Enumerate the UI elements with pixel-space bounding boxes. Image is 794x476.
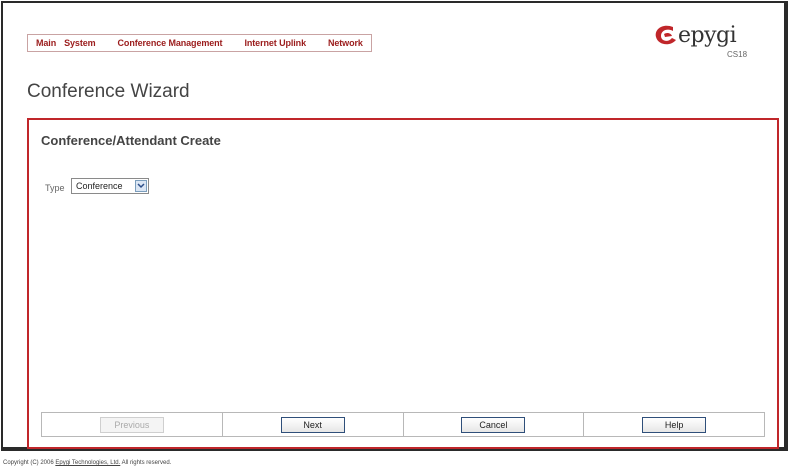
page-title: Conference Wizard <box>27 81 190 102</box>
wizard-button-bar: Previous Next Cancel Help <box>41 412 765 437</box>
logo-brand-text: epygi <box>678 23 737 48</box>
button-cell-help: Help <box>584 413 764 436</box>
cancel-button[interactable]: Cancel <box>461 416 526 433</box>
main-menu: Main System Conference Management Intern… <box>27 34 372 52</box>
menu-item-internet-uplink[interactable]: Internet Uplink <box>240 38 310 48</box>
menu-item-system[interactable]: System <box>60 38 99 48</box>
app-window: Main System Conference Management Intern… <box>1 1 788 451</box>
type-label: Type <box>45 183 65 193</box>
epygi-swoosh-icon <box>655 25 676 45</box>
button-cell-cancel: Cancel <box>404 413 585 436</box>
button-cell-next: Next <box>223 413 404 436</box>
menu-item-main[interactable]: Main <box>32 38 60 48</box>
help-button[interactable]: Help <box>642 416 707 433</box>
copyright-prefix: Copyright (C) 2006 <box>3 460 56 466</box>
type-select-value: Conference <box>76 181 123 191</box>
next-button[interactable]: Next <box>280 416 345 433</box>
menu-item-conference-management[interactable]: Conference Management <box>114 38 227 48</box>
type-select[interactable]: Conference <box>71 178 149 194</box>
chevron-down-icon[interactable] <box>135 180 147 192</box>
menu-item-network[interactable]: Network <box>324 38 367 48</box>
panel-title: Conference/Attendant Create <box>41 133 221 148</box>
button-cell-previous: Previous <box>42 413 223 436</box>
copyright-text: Copyright (C) 2006 Epygi Technologies, L… <box>3 460 171 466</box>
company-link[interactable]: Epygi Technologies, Ltd. <box>55 460 120 466</box>
copyright-suffix: All rights reserved. <box>120 460 172 466</box>
previous-button[interactable]: Previous <box>99 416 164 433</box>
wizard-panel: Conference/Attendant Create Type Confere… <box>27 118 779 449</box>
epygi-logo: epygi CS18 <box>653 23 763 65</box>
logo-model-text: CS18 <box>727 50 748 59</box>
